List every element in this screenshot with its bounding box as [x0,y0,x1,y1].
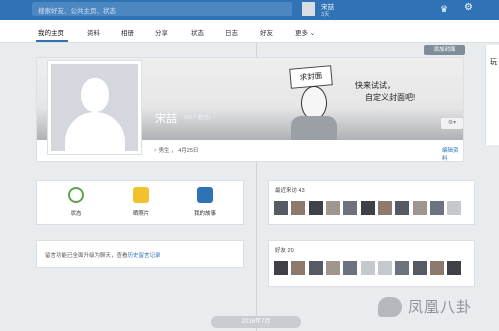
gear-icon[interactable]: ⚙ [464,3,473,13]
search-box[interactable]: 搜索好友、公共主页、状态 [32,2,312,16]
watermark: 凤凰八卦 [378,294,488,320]
recent-visitors-card: 最近来访 43 [268,180,475,225]
user-avatar[interactable] [302,2,315,16]
default-avatar-icon [51,64,138,151]
tab-friends[interactable]: 好友 [260,27,273,37]
visitor-avatar[interactable] [326,201,340,215]
visitor-avatar[interactable] [309,201,323,215]
watermark-text: 凤凰八卦 [408,299,473,316]
edit-profile-link[interactable]: 编辑资料 [442,146,463,162]
message-notice-card: 留言功能已全面升级为聊天，查看历史留言记录 [36,240,244,268]
friend-avatar[interactable] [430,261,444,275]
status-action-button[interactable]: 状态 [51,187,101,217]
friend-avatar[interactable] [361,261,375,275]
profile-header-card: 求封面 快来试试， 自定义封面吧! 宋喆 (43人看过) ♂ ⚙▾ ♂ 男生 ，… [36,57,464,162]
friend-avatar[interactable] [309,261,323,275]
friend-avatar[interactable] [413,261,427,275]
current-user[interactable]: 宋喆 3天 [300,0,400,20]
crown-icon[interactable]: ♛ [440,4,448,14]
visitor-avatars [274,201,474,217]
tab-albums[interactable]: 相册 [121,27,134,37]
active-tab-indicator [36,40,68,42]
profile-visit-count: (43人看过) ♂ [184,115,216,121]
user-last-active: 3天 [321,12,330,18]
cover-caption-line-2: 自定义封面吧! [365,93,416,102]
story-book-icon [197,187,213,203]
right-side-panel: 玩 [485,45,499,145]
friend-avatar[interactable] [378,261,392,275]
story-action-button[interactable]: 我的故事 [180,187,230,217]
visitor-avatar[interactable] [395,201,409,215]
wechat-logo-icon [378,297,402,317]
friends-title: 好友 20 [275,248,294,254]
profile-tabs: 我的主页 资料 相册 分享 状态 日志 好友 更多 ⌄ [0,20,499,43]
friend-avatar[interactable] [395,261,409,275]
timeline-date-marker[interactable]: 2016年7月 [211,316,301,328]
cover-figure-head [301,86,327,120]
tab-my-homepage[interactable]: 我的主页 [38,27,64,37]
tab-status[interactable]: 状态 [191,27,204,37]
visitor-avatar[interactable] [361,201,375,215]
profile-name: 宋喆 [155,113,177,125]
friend-avatar[interactable] [447,261,461,275]
top-navigation-bar: 搜索好友、公共主页、状态 宋喆 3天 ♛ ⚙ [0,0,499,20]
visitor-avatar[interactable] [274,201,288,215]
friend-avatar[interactable] [291,261,305,275]
cover-caption-line-1: 快来试试， [355,81,395,90]
tab-profile-info[interactable]: 资料 [87,27,100,37]
visitor-avatar[interactable] [413,201,427,215]
status-bubble-icon [68,187,84,203]
friend-avatar[interactable] [274,261,288,275]
recent-visitors-title: 最近来访 43 [275,188,305,194]
tab-more[interactable]: 更多 ⌄ [295,27,315,37]
cover-caption: 快来试试， 自定义封面吧! [355,80,445,104]
friend-avatar[interactable] [326,261,340,275]
visitor-avatar[interactable] [430,201,444,215]
friend-avatar[interactable] [343,261,357,275]
camera-icon [133,187,149,203]
visitor-avatar[interactable] [343,201,357,215]
notice-prefix: 留言功能已全面升级为聊天，查看 [45,253,128,259]
status-action-label: 状态 [70,211,82,217]
tab-share[interactable]: 分享 [155,27,168,37]
visitor-avatar[interactable] [447,201,461,215]
birthday-info: ♂ 男生 ， 4月25日 [153,148,199,154]
friend-avatars [274,261,474,277]
cover-figure-body [291,116,337,140]
visitor-avatar[interactable] [291,201,305,215]
tab-blog[interactable]: 日志 [225,27,238,37]
search-placeholder: 搜索好友、公共主页、状态 [38,8,116,15]
visitor-avatar[interactable] [378,201,392,215]
add-cover-button[interactable]: 添加封面 [424,45,465,55]
photo-action-label: 晒照片 [132,211,150,217]
photo-action-button[interactable]: 晒照片 [116,187,166,217]
profile-avatar[interactable] [47,60,142,155]
history-messages-link[interactable]: 历史留言记录 [128,253,161,259]
friends-card: 好友 20 [268,240,475,287]
cover-settings-icon[interactable]: ⚙▾ [441,118,463,129]
right-panel-label: 玩 [490,59,497,66]
notice-text: 留言功能已全面升级为聊天，查看历史留言记录 [45,251,161,259]
story-action-label: 我的故事 [193,211,216,217]
quick-actions-card: 状态 晒照片 我的故事 [36,180,244,225]
